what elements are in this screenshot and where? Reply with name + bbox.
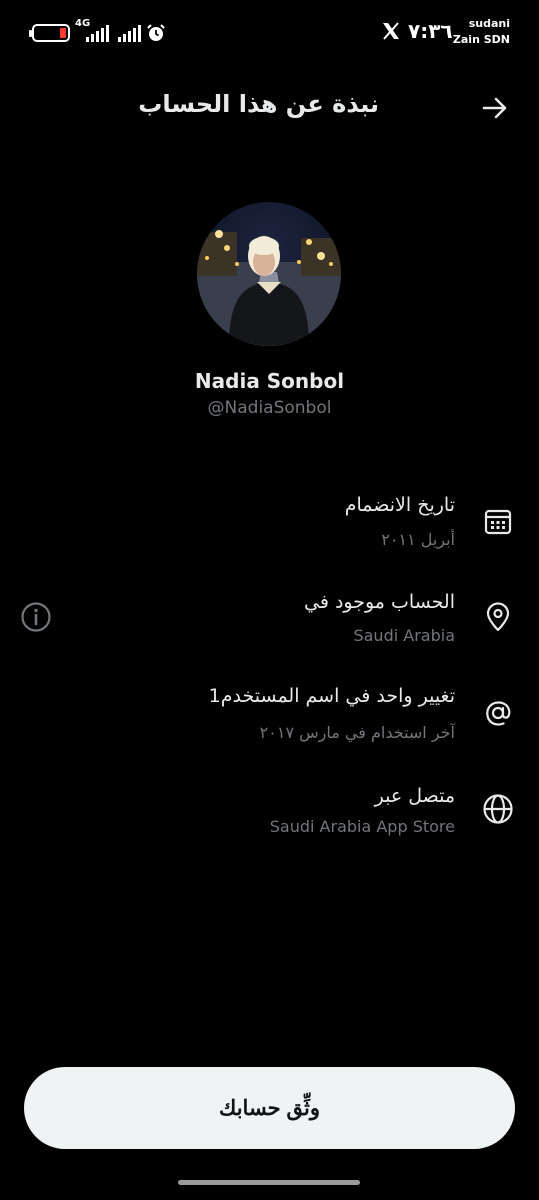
row-subtitle: Saudi Arabia [353, 626, 455, 645]
row-title: تغيير واحد في اسم المستخدم1 [208, 685, 455, 707]
status-time: ٧:٣٦ [408, 19, 453, 43]
status-bar: 4G ٧:٣٦ sudani Zain SDN [0, 0, 539, 64]
row-title: تاريخ الانضمام [344, 494, 455, 516]
row-title: متصل عبر [374, 785, 455, 807]
page-title: نبذة عن هذا الحساب [138, 90, 379, 118]
info-row-connected-via: متصل عبر Saudi Arabia App Store [0, 781, 539, 861]
display-name: Nadia Sonbol [194, 369, 345, 393]
carrier-line-1: sudani [468, 17, 510, 30]
avatar[interactable] [197, 202, 341, 346]
signal-strength-icon [86, 24, 109, 42]
globe-icon [481, 792, 515, 826]
alarm-clock-icon [146, 23, 166, 47]
info-row-username-changes: تغيير واحد في اسم المستخدم1 آخر استخدام … [0, 682, 539, 762]
verify-account-button[interactable]: وثِّق حسابك [24, 1067, 515, 1149]
calendar-icon [481, 504, 515, 538]
home-indicator[interactable] [178, 1180, 360, 1185]
row-title: الحساب موجود في [304, 591, 455, 613]
info-row-join-date: تاريخ الانضمام أبريل ٢٠١١ [0, 490, 539, 570]
x-logo-icon [381, 21, 401, 46]
header: نبذة عن هذا الحساب [0, 80, 539, 136]
row-subtitle: آخر استخدام في مارس ٢٠١٧ [259, 723, 455, 742]
arrow-right-icon [482, 97, 507, 119]
carrier-name: sudani Zain SDN [453, 16, 510, 48]
row-subtitle: أبريل ٢٠١١ [381, 530, 455, 549]
location-pin-icon [481, 600, 515, 634]
signal-strength-icon [118, 24, 141, 42]
back-button[interactable] [479, 92, 511, 124]
at-sign-icon [481, 696, 515, 730]
username: @NadiaSonbol [207, 398, 332, 418]
battery-low-icon [29, 24, 70, 42]
carrier-line-2: Zain SDN [452, 33, 510, 46]
info-row-account-location: الحساب موجود في Saudi Arabia [0, 587, 539, 667]
row-subtitle: Saudi Arabia App Store [269, 817, 455, 836]
